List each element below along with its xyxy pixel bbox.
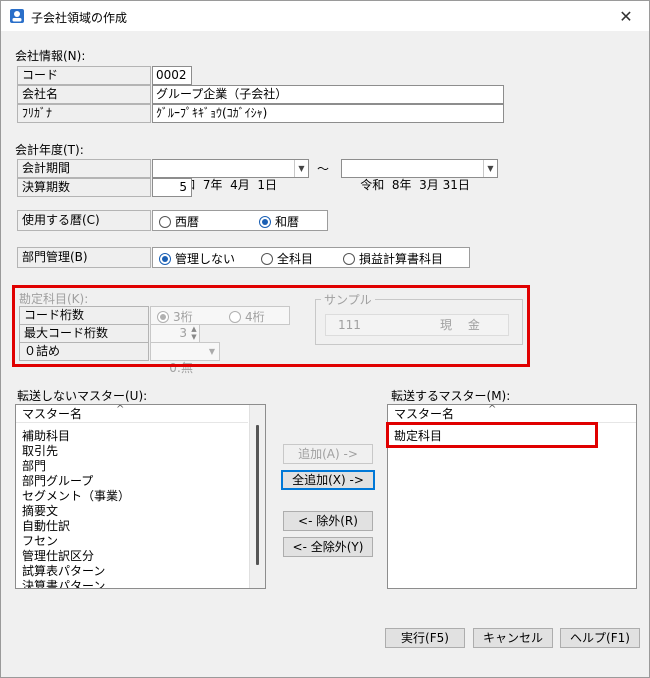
period-end-select[interactable]: 令和 8年 3月 31日 ▼	[341, 159, 498, 192]
dialog-window: 子会社領域の作成 ✕ 会社情報(N): コード 0002 会社名 グループ企業（…	[0, 0, 650, 678]
run-button[interactable]: 実行(F5)	[385, 628, 465, 648]
list-item[interactable]: 部門グループ	[22, 474, 93, 489]
sort-up-icon: ^	[488, 404, 497, 415]
window-title: 子会社領域の作成	[31, 11, 128, 25]
department-option-all[interactable]: 全科目	[261, 250, 313, 267]
calendar-option-label: 和暦	[275, 215, 300, 229]
calendar-radio-group: 西暦 和暦	[152, 210, 328, 231]
close-icon[interactable]: ✕	[609, 4, 643, 28]
department-option-none[interactable]: 管理しない	[159, 250, 235, 267]
add-all-button[interactable]: 全追加(X) ->	[281, 470, 375, 490]
calendar-option-seireki[interactable]: 西暦	[159, 213, 199, 230]
radio-selected-icon	[159, 252, 171, 265]
department-option-label: 全科目	[277, 252, 314, 266]
list-header[interactable]: マスター名 ^	[16, 405, 248, 423]
radio-icon	[159, 215, 171, 228]
calendar-option-label: 西暦	[175, 215, 200, 229]
radio-icon	[343, 252, 355, 265]
untransferred-listbox[interactable]: マスター名 ^ 補助科目 取引先 部門 部門グループ セグメント（事業） 摘要文…	[15, 404, 266, 589]
code-label: コード	[17, 66, 151, 85]
column-header-label: マスター名	[22, 407, 83, 421]
list-item[interactable]: セグメント（事業）	[22, 489, 130, 504]
add-button[interactable]: 追加(A) ->	[283, 444, 373, 464]
column-header-label: マスター名	[394, 407, 455, 421]
term-label: 決算期数	[17, 178, 151, 197]
calendar-label: 使用する暦(C)	[17, 210, 151, 231]
company-name-field[interactable]: グループ企業（子会社）	[152, 85, 504, 104]
code-field[interactable]: 0002	[152, 66, 192, 85]
vertical-scrollbar[interactable]	[249, 405, 265, 588]
department-radio-group: 管理しない 全科目 損益計算書科目	[152, 247, 470, 268]
remove-button[interactable]: <- 除外(R)	[283, 511, 373, 531]
kana-label: ﾌﾘｶﾞﾅ	[17, 104, 151, 123]
company-section-label: 会社情報(N):	[15, 49, 86, 63]
title-bar: 子会社領域の作成 ✕	[1, 1, 649, 31]
kana-field[interactable]: ｸﾞﾙｰﾌﾟｷｷﾞｮｳ(ｺｶﾞｲｼｬ)	[152, 104, 504, 123]
department-label: 部門管理(B)	[17, 247, 151, 268]
untransferred-list-label: 転送しないマスター(U):	[17, 389, 148, 403]
list-item[interactable]: 摘要文	[22, 504, 58, 519]
remove-all-button[interactable]: <- 全除外(Y)	[283, 537, 373, 557]
list-item[interactable]: 試算表パターン	[22, 564, 105, 579]
highlight-box	[12, 285, 530, 367]
period-tilde: ～	[317, 162, 330, 176]
calendar-option-wareki[interactable]: 和暦	[259, 213, 299, 230]
list-item[interactable]: 補助科目	[22, 429, 70, 444]
list-item[interactable]: 管理仕訳区分	[22, 549, 94, 564]
department-option-label: 管理しない	[175, 252, 236, 266]
chevron-down-icon[interactable]: ▼	[483, 160, 497, 177]
period-start-select[interactable]: 令和 7年 4月 1日 ▼	[152, 159, 309, 192]
list-item[interactable]: 決算書パターン	[22, 579, 105, 588]
app-icon	[10, 9, 24, 23]
transferred-list-label: 転送するマスター(M):	[391, 389, 511, 403]
radio-selected-icon	[259, 215, 271, 228]
sort-up-icon: ^	[116, 404, 125, 415]
department-option-label: 損益計算書科目	[359, 252, 444, 266]
highlight-box	[386, 422, 598, 448]
company-name-label: 会社名	[17, 85, 151, 104]
cancel-button[interactable]: キャンセル	[473, 628, 553, 648]
help-button[interactable]: ヘルプ(F1)	[560, 628, 640, 648]
list-header[interactable]: マスター名 ^	[388, 405, 636, 423]
chevron-down-icon[interactable]: ▼	[294, 160, 308, 177]
list-item[interactable]: 取引先	[22, 444, 58, 459]
scrollbar-thumb[interactable]	[256, 425, 259, 565]
list-item[interactable]: フセン	[22, 534, 58, 549]
fiscal-section-label: 会計年度(T):	[15, 143, 84, 157]
list-item[interactable]: 部門	[22, 459, 46, 474]
radio-icon	[261, 252, 273, 265]
period-label: 会計期間	[17, 159, 151, 178]
term-field[interactable]: 5	[152, 178, 192, 197]
period-end-value: 令和 8年 3月 31日	[360, 178, 470, 192]
list-item[interactable]: 自動仕訳	[22, 519, 70, 534]
department-option-pl[interactable]: 損益計算書科目	[343, 250, 443, 267]
